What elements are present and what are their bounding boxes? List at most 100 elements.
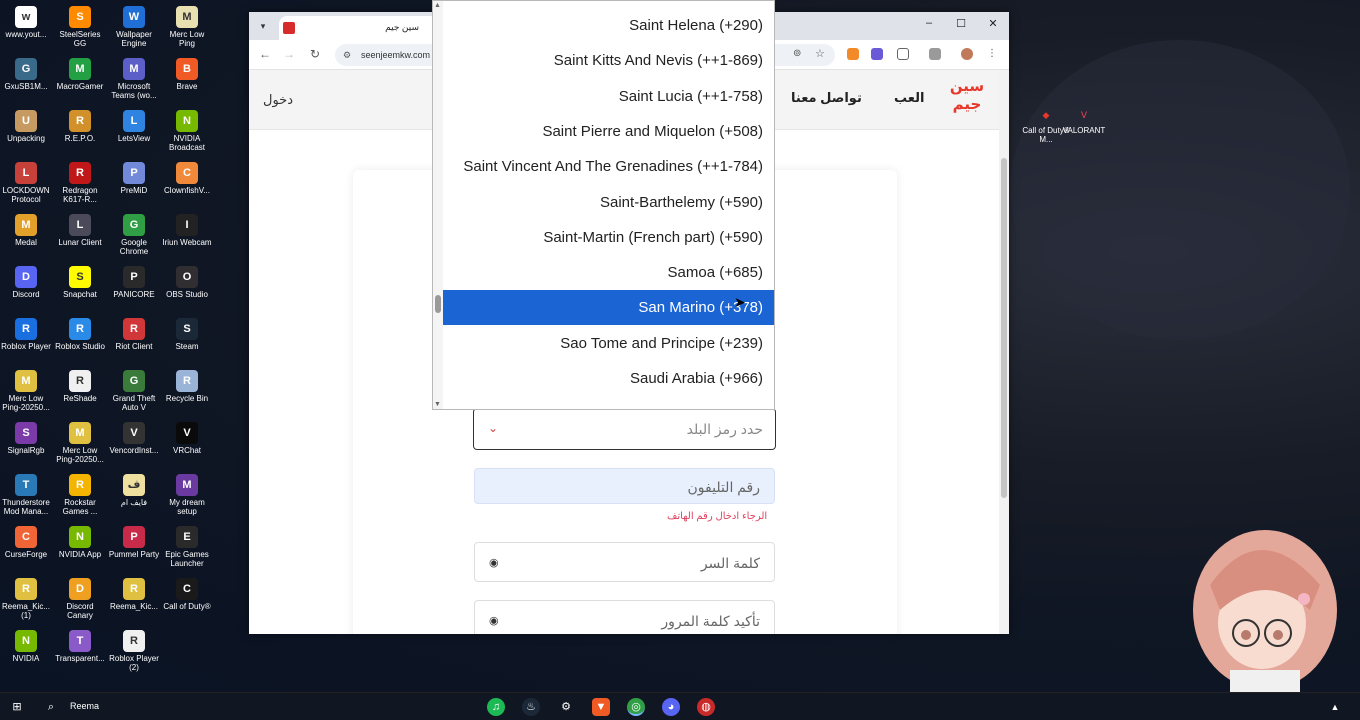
extension-icon[interactable] <box>871 48 883 60</box>
scroll-up-arrow-icon[interactable]: ▲ <box>434 2 441 9</box>
login-link[interactable]: دخول <box>263 92 293 108</box>
show-confirm-password-eye-icon[interactable]: ◉ <box>489 601 499 634</box>
desktop-icon[interactable]: N NVIDIA Broadcast <box>161 104 213 152</box>
profile-avatar[interactable] <box>961 48 973 60</box>
desktop-icon[interactable]: S Snapchat <box>54 260 106 299</box>
desktop-icon[interactable]: G GxuSB1M... <box>0 52 52 91</box>
dropdown-option[interactable]: Sao Tome and Principe (+239) <box>443 326 774 361</box>
country-code-select[interactable]: ⌄ حدد رمز البلد <box>473 408 776 450</box>
desktop-icon[interactable]: R Roblox Player <box>0 312 52 351</box>
desktop-icon[interactable]: L Lunar Client <box>54 208 106 247</box>
show-password-eye-icon[interactable]: ◉ <box>489 543 499 583</box>
desktop-icon[interactable]: E Epic Games Launcher <box>161 520 213 568</box>
extensions-puzzle-icon[interactable] <box>897 48 909 60</box>
nav-contact-us[interactable]: تواصل معنا <box>791 90 862 106</box>
desktop-icon[interactable]: w www.yout... <box>0 0 52 39</box>
notification-icon[interactable]: ▲ <box>1326 698 1344 716</box>
desktop-icon[interactable]: W Wallpaper Engine <box>108 0 160 48</box>
desktop-icon[interactable]: R Roblox Studio <box>54 312 106 351</box>
desktop-icon[interactable]: O OBS Studio <box>161 260 213 299</box>
desktop-icon[interactable]: S SteelSeries GG <box>54 0 106 48</box>
confirm-password-input[interactable]: ◉ تأكيد كلمة المرور <box>474 600 775 634</box>
desktop-icon[interactable]: N NVIDIA <box>0 624 52 663</box>
desktop-icon[interactable]: C Call of Duty® <box>161 572 213 611</box>
reload-icon[interactable]: ↻ <box>307 47 323 61</box>
country-code-dropdown-list[interactable]: ▲ ▼ Saint Helena (+290) Saint Kitts And N… <box>432 0 775 410</box>
dropdown-option[interactable]: Saudi Arabia (+966) <box>443 361 774 396</box>
desktop-icon[interactable]: M Merc Low Ping-20250... <box>54 416 106 464</box>
taskbar-search-label[interactable]: Reema <box>70 701 99 711</box>
desktop-icon[interactable]: N NVIDIA App <box>54 520 106 559</box>
desktop-icon[interactable]: G Google Chrome <box>108 208 160 256</box>
dropdown-scrollbar[interactable]: ▲ ▼ <box>433 1 443 409</box>
desktop-icon[interactable]: P Pummel Party <box>108 520 160 559</box>
desktop-icon[interactable]: ف فايف ام <box>108 468 160 507</box>
vpn-icon[interactable]: ◍ <box>697 698 715 716</box>
site-logo[interactable]: سين جيم <box>945 78 989 118</box>
desktop-icon[interactable]: L LOCKDOWN Protocol <box>0 156 52 204</box>
desktop-icon[interactable]: T Transparent... <box>54 624 106 663</box>
dropdown-option[interactable]: Saint Pierre and Miquelon (+508) <box>443 114 774 149</box>
windows-start-icon[interactable]: ⊞ <box>8 698 26 716</box>
desktop-icon[interactable]: P PreMiD <box>108 156 160 195</box>
dropdown-option[interactable]: Saint-Martin (French part) (+590) <box>443 220 774 255</box>
page-scrollbar[interactable] <box>999 70 1009 634</box>
chrome-icon[interactable]: ◎ <box>627 698 645 716</box>
desktop-icon[interactable]: M Medal <box>0 208 52 247</box>
desktop-icon[interactable]: R Roblox Player (2) <box>108 624 160 672</box>
back-arrow-icon[interactable]: ← <box>257 47 273 61</box>
desktop-icon[interactable]: R Redragon K617-R... <box>54 156 106 204</box>
desktop-icon[interactable]: M Merc Low Ping <box>161 0 213 48</box>
brave-extension-icon[interactable] <box>847 48 859 60</box>
desktop-icon[interactable]: M MacroGamer <box>54 52 106 91</box>
sidebar-icon[interactable] <box>929 48 941 60</box>
desktop-icon[interactable]: C ClownfishV... <box>161 156 213 195</box>
site-info-icon[interactable]: ⚙ <box>343 44 351 66</box>
scroll-down-arrow-icon[interactable]: ▼ <box>434 401 441 408</box>
desktop-icon[interactable]: S SignalRgb <box>0 416 52 455</box>
desktop-icon[interactable]: S Steam <box>161 312 213 351</box>
desktop-icon[interactable]: D Discord Canary <box>54 572 106 620</box>
desktop-icon[interactable]: R Reema_Kic... <box>108 572 160 611</box>
desktop-icon[interactable]: R Riot Client <box>108 312 160 351</box>
desktop-icon[interactable]: R Reema_Kic... (1) <box>0 572 52 620</box>
settings-icon[interactable]: ⚙ <box>557 698 575 716</box>
brave-icon[interactable]: ▼ <box>592 698 610 716</box>
discord-icon[interactable]: ◕ <box>662 698 680 716</box>
desktop-icon[interactable]: P PANICORE <box>108 260 160 299</box>
password-input[interactable]: ◉ كلمة السر <box>474 542 775 582</box>
desktop-icon[interactable]: M My dream setup <box>161 468 213 516</box>
minimize-icon[interactable]: – <box>919 17 939 29</box>
steam-icon[interactable]: ♨ <box>522 698 540 716</box>
desktop-icon[interactable]: L LetsView <box>108 104 160 143</box>
desktop-icon[interactable]: G Grand Theft Auto V <box>108 364 160 412</box>
dropdown-option[interactable]: Saint-Barthelemy (+590) <box>443 185 774 220</box>
nav-play[interactable]: العب <box>894 90 924 106</box>
desktop-icon[interactable]: T Thunderstore Mod Mana... <box>0 468 52 516</box>
desktop-icon[interactable]: M Microsoft Teams (wo... <box>108 52 160 100</box>
dropdown-option[interactable]: Saint Helena (+290) <box>443 8 774 43</box>
search-icon[interactable]: ⌕ <box>42 698 60 716</box>
forward-arrow-icon[interactable]: → <box>281 47 297 61</box>
maximize-icon[interactable]: ☐ <box>951 17 971 30</box>
desktop-icon[interactable]: R Rockstar Games ... <box>54 468 106 516</box>
dropdown-option[interactable]: Samoa (+685) <box>443 255 774 290</box>
dropdown-option[interactable]: Saint Kitts And Nevis (++1-869) <box>443 43 774 78</box>
desktop-icon[interactable]: R Recycle Bin <box>161 364 213 403</box>
bookmark-star-icon[interactable]: ☆ <box>815 48 827 60</box>
desktop-icon[interactable]: B Brave <box>161 52 213 91</box>
desktop-icon[interactable]: R ReShade <box>54 364 106 403</box>
desktop-icon[interactable]: I Iriun Webcam <box>161 208 213 247</box>
desktop-icon[interactable]: U Unpacking <box>0 104 52 143</box>
more-menu-icon[interactable]: ⋮ <box>987 48 999 60</box>
dropdown-scrollbar-thumb[interactable] <box>435 295 441 313</box>
dropdown-option-partial[interactable] <box>443 400 774 409</box>
tab-search-button[interactable]: ▾ <box>255 18 271 34</box>
close-window-icon[interactable]: ✕ <box>983 17 1003 30</box>
cast-icon[interactable]: ⊚ <box>793 48 805 60</box>
spotify-icon[interactable]: ♫ <box>487 698 505 716</box>
desktop-icon[interactable]: V VencordInst... <box>108 416 160 455</box>
desktop-icon-valorant[interactable]: V VALORANT <box>1058 106 1110 135</box>
desktop-icon[interactable]: M Merc Low Ping-20250... <box>0 364 52 412</box>
desktop-icon[interactable]: V VRChat <box>161 416 213 455</box>
